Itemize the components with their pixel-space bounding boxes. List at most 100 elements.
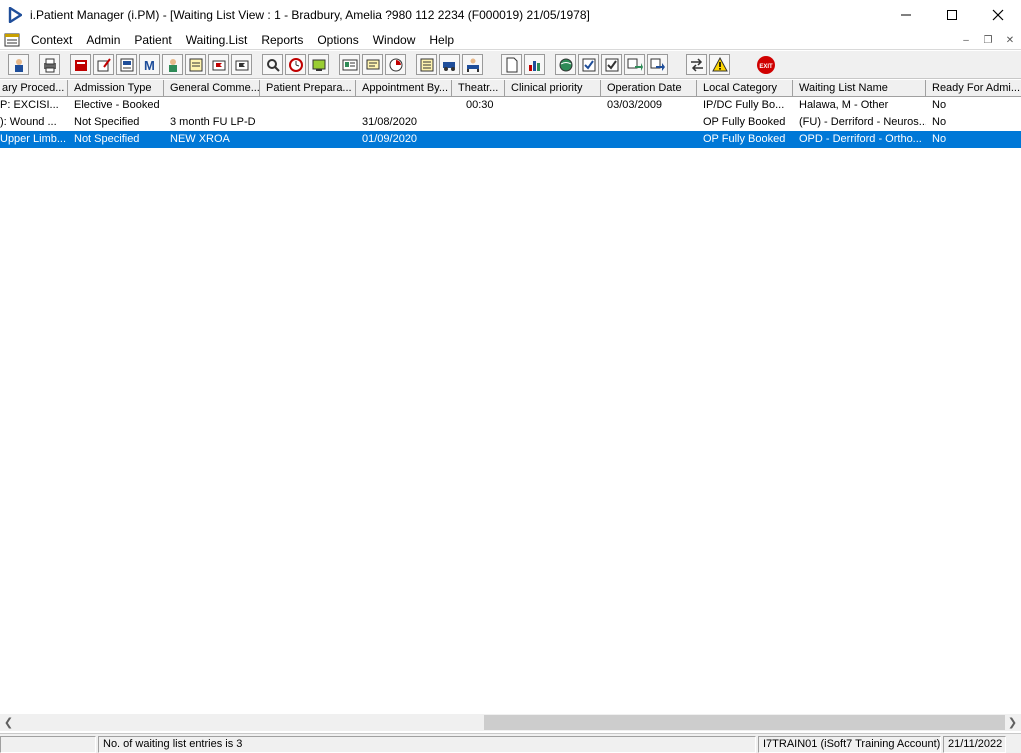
admit-icon[interactable]: [462, 54, 483, 75]
cell-procedure: P: EXCISI...: [0, 99, 59, 111]
cell-admission-type: Not Specified: [74, 133, 140, 145]
document-menu-icon[interactable]: [0, 30, 24, 50]
cell-admission-type: Elective - Booked: [74, 99, 160, 111]
toolbar: M EXIT: [0, 51, 1021, 79]
menu-options[interactable]: Options: [310, 30, 365, 50]
column-header-waiting-list-name[interactable]: Waiting List Name: [793, 80, 926, 97]
status-account: I7TRAIN01 (iSoft7 Training Account): [758, 736, 941, 753]
swap-icon[interactable]: [686, 54, 707, 75]
column-header-theatre[interactable]: Theatr...: [452, 80, 505, 97]
cell-admission-type: Not Specified: [74, 116, 140, 128]
minimize-icon: –: [963, 34, 969, 46]
cell-clinical-priority: [505, 114, 601, 131]
flag-icon[interactable]: [208, 54, 229, 75]
menu-help[interactable]: Help: [422, 30, 461, 50]
column-header-general-comment[interactable]: General Comme...: [164, 80, 260, 97]
screen-icon[interactable]: [308, 54, 329, 75]
edit-entry-icon[interactable]: [93, 54, 114, 75]
column-header-clinical-priority[interactable]: Clinical priority: [505, 80, 601, 97]
table-row-selected[interactable]: Upper Limb... Not Specified NEW XROA 01/…: [0, 131, 1021, 148]
table-row[interactable]: P: EXCISI... Elective - Booked 00:30 03/…: [0, 97, 1021, 114]
menu-bar: Context Admin Patient Waiting.List Repor…: [0, 30, 1021, 50]
column-header-local-category[interactable]: Local Category: [697, 80, 793, 97]
status-bar: No. of waiting list entries is 3 I7TRAIN…: [0, 733, 1021, 753]
restore-icon: ❐: [983, 34, 993, 46]
column-header-appointment-by[interactable]: Appointment By...: [356, 80, 452, 97]
flag-alt-icon[interactable]: [231, 54, 252, 75]
print-icon[interactable]: [39, 54, 60, 75]
column-header-ready-for-admission[interactable]: Ready For Admi...: [926, 80, 1021, 97]
view-entry-icon[interactable]: [116, 54, 137, 75]
document-icon[interactable]: [501, 54, 522, 75]
warning-icon[interactable]: [709, 54, 730, 75]
memo-icon[interactable]: [416, 54, 437, 75]
message-icon[interactable]: [362, 54, 383, 75]
menu-reports[interactable]: Reports: [254, 30, 310, 50]
doctor-icon[interactable]: [162, 54, 183, 75]
cell-appointment-by: [356, 97, 452, 114]
cell-theatre: [460, 131, 505, 148]
close-icon: [992, 9, 1004, 21]
history-icon[interactable]: [385, 54, 406, 75]
cell-operation-date: [601, 131, 697, 148]
scroll-left-button[interactable]: ❮: [0, 714, 17, 731]
cell-theatre: [460, 114, 505, 131]
menu-admin[interactable]: Admin: [79, 30, 127, 50]
menu-window[interactable]: Window: [366, 30, 423, 50]
column-header-admission-type[interactable]: Admission Type: [68, 80, 164, 97]
window-title: i.Patient Manager (i.PM) - [Waiting List…: [30, 8, 590, 22]
menu-patient[interactable]: Patient: [127, 30, 178, 50]
column-header-patient-preparation[interactable]: Patient Prepara...: [260, 80, 356, 97]
globe-icon[interactable]: [555, 54, 576, 75]
column-header-operation-date[interactable]: Operation Date: [601, 80, 697, 97]
transport-icon[interactable]: [439, 54, 460, 75]
size-grip[interactable]: [1008, 736, 1021, 753]
menu-waiting-list[interactable]: Waiting.List: [179, 30, 255, 50]
horizontal-scrollbar[interactable]: ❮ ❯: [0, 714, 1021, 731]
scroll-right-button[interactable]: ❯: [1004, 714, 1021, 731]
cell-appointment-by: 31/08/2020: [362, 116, 418, 128]
app-logo-icon[interactable]: [0, 0, 30, 30]
cell-waiting-list-name: Halawa, M - Other: [799, 99, 889, 111]
scroll-thumb[interactable]: [484, 715, 1005, 730]
chart-icon[interactable]: [524, 54, 545, 75]
grid-header: ary Proced... Admission Type General Com…: [0, 80, 1021, 97]
child-close-button[interactable]: ✕: [999, 30, 1021, 50]
minimize-icon: [901, 14, 911, 16]
child-minimize-button[interactable]: –: [955, 30, 977, 50]
cell-theatre: 00:30: [466, 99, 494, 111]
column-header-procedure[interactable]: ary Proced...: [0, 80, 68, 97]
menu-context[interactable]: Context: [24, 30, 79, 50]
cell-general-comment: NEW XROA: [170, 133, 230, 145]
cell-patient-preparation: [260, 97, 356, 114]
cell-operation-date: [601, 114, 697, 131]
child-restore-button[interactable]: ❐: [977, 30, 999, 50]
close-button[interactable]: [975, 0, 1021, 30]
checklist-icon[interactable]: [578, 54, 599, 75]
m-letter-icon[interactable]: M: [139, 54, 160, 75]
transfer-icon[interactable]: [624, 54, 645, 75]
checklist-alt-icon[interactable]: [601, 54, 622, 75]
transfer-alt-icon[interactable]: [647, 54, 668, 75]
minimize-button[interactable]: [883, 0, 929, 30]
cell-operation-date: 03/03/2009: [607, 99, 663, 111]
maximize-button[interactable]: [929, 0, 975, 30]
maximize-icon: [947, 10, 957, 20]
status-entries-count: No. of waiting list entries is 3: [98, 736, 756, 753]
search-icon[interactable]: [262, 54, 283, 75]
cell-clinical-priority: [505, 131, 601, 148]
id-card-icon[interactable]: [339, 54, 360, 75]
cell-ready-for-admission: No: [932, 99, 947, 111]
status-panel-empty: [0, 736, 96, 753]
clock-icon[interactable]: [285, 54, 306, 75]
cell-general-comment: [164, 97, 260, 114]
patient-details-icon[interactable]: [8, 54, 29, 75]
svg-text:M: M: [144, 58, 155, 73]
table-row[interactable]: ): Wound ... Not Specified 3 month FU LP…: [0, 114, 1021, 131]
exit-button[interactable]: EXIT: [755, 54, 776, 75]
chevron-left-icon: ❮: [3, 717, 14, 729]
cell-patient-preparation: [260, 131, 356, 148]
cell-local-category: OP Fully Booked: [703, 116, 786, 128]
book-icon[interactable]: [70, 54, 91, 75]
notes-icon[interactable]: [185, 54, 206, 75]
